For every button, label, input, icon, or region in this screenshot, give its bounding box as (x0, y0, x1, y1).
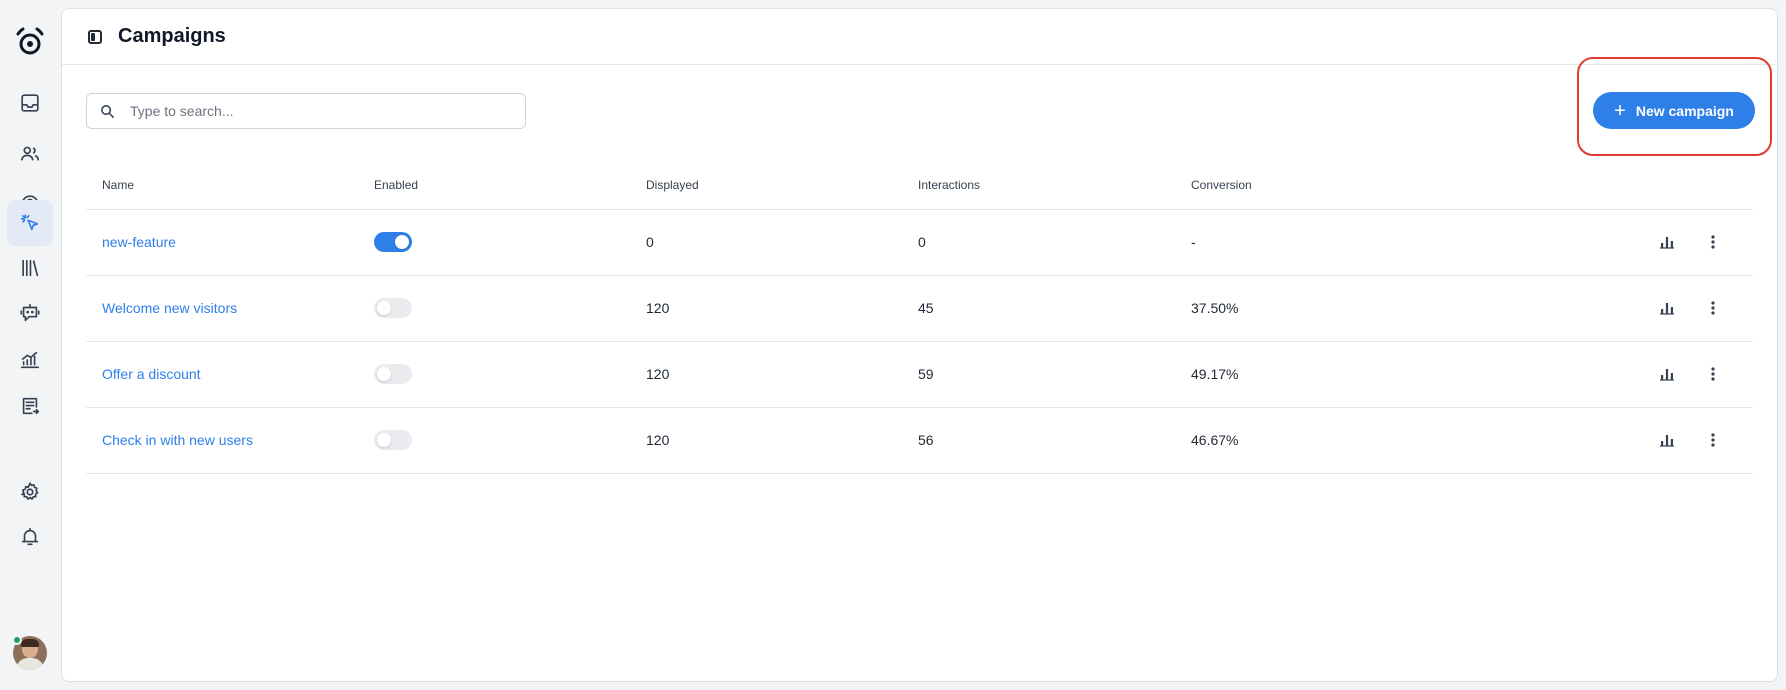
bar-chart-icon (1660, 435, 1675, 447)
cell-enabled (358, 341, 630, 408)
sidebar-item-reports[interactable] (7, 337, 53, 383)
table-header-row: Name Enabled Displayed Interactions Conv… (86, 161, 1753, 210)
main-panel: Campaigns + New campaign Name Enabled Di… (61, 8, 1778, 682)
more-options-button[interactable] (1701, 230, 1725, 254)
campaign-name-link[interactable]: Offer a discount (102, 366, 201, 382)
cell-displayed: 120 (630, 275, 902, 342)
campaigns-cursor-icon (20, 214, 39, 231)
more-options-button[interactable] (1701, 296, 1725, 320)
sidebar-item-inbox[interactable] (7, 80, 53, 126)
online-status-dot (12, 635, 22, 645)
sidebar-item-notifications[interactable] (7, 514, 53, 560)
page-header: Campaigns (62, 9, 1777, 65)
sidebar-item-contacts[interactable] (7, 131, 53, 177)
sidebar-toggle-icon[interactable] (88, 29, 102, 44)
sidebar-item-bots[interactable] (7, 290, 53, 336)
cell-enabled (358, 209, 630, 276)
more-options-button[interactable] (1701, 428, 1725, 452)
cell-actions (1448, 275, 1753, 342)
search-box[interactable] (86, 93, 526, 129)
page-title: Campaigns (118, 25, 226, 47)
forms-icon (22, 397, 40, 415)
more-vertical-icon (1711, 301, 1715, 315)
cell-name: new-feature (86, 209, 358, 276)
contacts-icon (20, 146, 40, 161)
cell-displayed: 120 (630, 407, 902, 474)
campaign-name-link[interactable]: Welcome new visitors (102, 300, 237, 316)
cell-name: Offer a discount (86, 341, 358, 408)
bot-icon (20, 303, 40, 322)
campaign-name-link[interactable]: new-feature (102, 234, 176, 250)
cell-conversion: - (1175, 209, 1448, 276)
column-header-enabled[interactable]: Enabled (358, 161, 630, 210)
cell-interactions: 59 (902, 341, 1175, 408)
cell-interactions: 56 (902, 407, 1175, 474)
column-header-name[interactable]: Name (86, 161, 358, 210)
cell-conversion: 46.67% (1175, 407, 1448, 474)
cell-conversion: 49.17% (1175, 341, 1448, 408)
sidebar-item-campaigns[interactable] (7, 200, 53, 246)
enabled-toggle[interactable] (374, 430, 412, 450)
logo-icon (16, 27, 44, 55)
stats-button[interactable] (1655, 230, 1679, 254)
more-vertical-icon (1711, 433, 1715, 447)
new-campaign-label: New campaign (1635, 102, 1734, 119)
bell-icon (21, 527, 39, 546)
cell-actions (1448, 341, 1753, 408)
bar-chart-icon (1660, 369, 1675, 381)
table-row[interactable]: new-feature 0 0 - (86, 209, 1753, 276)
cell-interactions: 45 (902, 275, 1175, 342)
cell-enabled (358, 407, 630, 474)
column-header-actions (1448, 161, 1753, 210)
enabled-toggle[interactable] (374, 364, 412, 384)
stats-button[interactable] (1655, 296, 1679, 320)
more-options-button[interactable] (1701, 362, 1725, 386)
sidebar-item-settings[interactable] (7, 469, 53, 515)
sidebar (0, 0, 60, 690)
column-header-displayed[interactable]: Displayed (630, 161, 902, 210)
campaign-name-link[interactable]: Check in with new users (102, 432, 253, 448)
campaigns-table: Name Enabled Displayed Interactions Conv… (86, 161, 1753, 474)
stats-button[interactable] (1655, 362, 1679, 386)
column-header-interactions[interactable]: Interactions (902, 161, 1175, 210)
cell-conversion: 37.50% (1175, 275, 1448, 342)
plus-icon: + (1614, 99, 1626, 122)
search-input[interactable] (130, 103, 510, 119)
cell-name: Welcome new visitors (86, 275, 358, 342)
inbox-icon (21, 94, 39, 112)
cell-name: Check in with new users (86, 407, 358, 474)
sidebar-item-forms[interactable] (7, 383, 53, 429)
cell-displayed: 0 (630, 209, 902, 276)
cell-actions (1448, 209, 1753, 276)
stats-button[interactable] (1655, 428, 1679, 452)
cell-enabled (358, 275, 630, 342)
more-vertical-icon (1711, 367, 1715, 381)
new-campaign-button[interactable]: + New campaign (1593, 92, 1755, 129)
bar-chart-icon (1660, 303, 1675, 315)
cell-actions (1448, 407, 1753, 474)
column-header-conversion[interactable]: Conversion (1175, 161, 1448, 210)
library-icon (22, 259, 39, 277)
enabled-toggle[interactable] (374, 232, 412, 252)
table-row[interactable]: Welcome new visitors 120 45 37.50% (86, 275, 1753, 342)
bar-chart-icon (1660, 237, 1675, 249)
reports-icon (20, 351, 40, 369)
enabled-toggle[interactable] (374, 298, 412, 318)
cell-interactions: 0 (902, 209, 1175, 276)
sidebar-item-library[interactable] (7, 245, 53, 291)
app-logo[interactable] (10, 22, 50, 62)
more-vertical-icon (1711, 235, 1715, 249)
table-row[interactable]: Offer a discount 120 59 49.17% (86, 341, 1753, 408)
cell-displayed: 120 (630, 341, 902, 408)
table-row[interactable]: Check in with new users 120 56 46.67% (86, 407, 1753, 474)
search-icon (101, 104, 114, 118)
gear-icon (21, 482, 39, 500)
